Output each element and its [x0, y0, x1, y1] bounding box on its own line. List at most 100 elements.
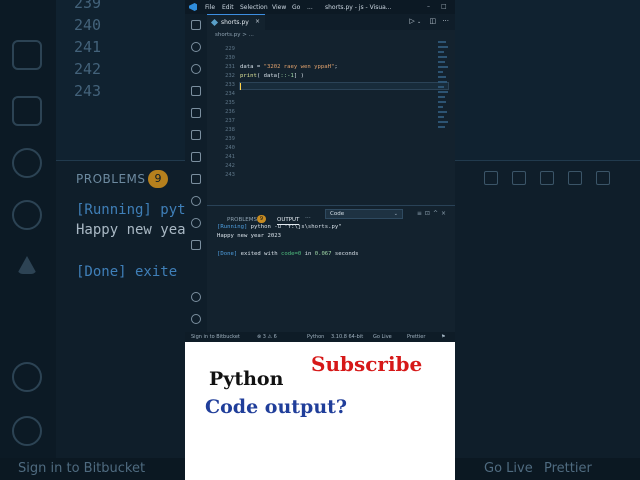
done-tag: [Done] — [217, 251, 238, 257]
tab-problems[interactable]: PROBLEMS — [227, 217, 257, 223]
thunder-client-icon[interactable] — [191, 218, 201, 228]
bg-bitbucket: Sign in to Bitbucket — [18, 461, 146, 476]
bg-line-number: 242 — [74, 60, 102, 78]
code-token-string: "3202 raey wen yppaH" — [263, 64, 335, 70]
status-problems[interactable]: ⊗ 3 ⚠ 6 — [257, 334, 277, 340]
manage-gear-icon[interactable] — [191, 314, 201, 324]
azure-icon — [17, 256, 37, 274]
maximize-panel-icon[interactable]: ^ — [433, 210, 441, 217]
terminal-icon — [12, 96, 42, 126]
code-token: ] ) — [293, 73, 305, 79]
lightning-icon — [12, 200, 42, 230]
background-activity-bar — [0, 0, 56, 480]
activity-bar — [185, 14, 207, 332]
menu-view[interactable]: View — [272, 4, 286, 11]
testing-icon[interactable] — [191, 130, 201, 140]
status-bitbucket[interactable]: Sign in to Bitbucket — [191, 334, 240, 340]
code-line-231: data = "3202 raey wen yppaH"; — [240, 64, 338, 70]
live-share-icon[interactable] — [191, 196, 201, 206]
chevron-down-icon[interactable]: ⌄ — [417, 19, 421, 25]
exit-code: code=0 — [281, 251, 302, 257]
line-number: 240 — [225, 145, 235, 151]
code-token: = — [253, 64, 264, 70]
output-panel: PROBLEMS 9 OUTPUT ··· Code ⌄ ≡⊡^× [Runni… — [207, 205, 455, 332]
code-token-slice: ::-1 — [280, 73, 294, 79]
done-text: seconds — [331, 251, 359, 257]
line-number: 230 — [225, 55, 235, 61]
done-text: in — [301, 251, 315, 257]
line-number: 239 — [225, 136, 235, 142]
menu-edit[interactable]: Edit — [222, 4, 234, 11]
close-icon[interactable]: × — [255, 18, 260, 25]
more-icon[interactable]: ··· — [442, 17, 449, 25]
extensions-icon[interactable] — [191, 108, 201, 118]
source-control-icon[interactable] — [191, 64, 201, 74]
question-text: Code output? — [205, 396, 348, 418]
menu-go[interactable]: Go — [292, 4, 300, 11]
screen: 239 240 241 242 243 PROBLEMS 9 [Running]… — [0, 0, 640, 480]
running-command: python -u "f:\js\shorts.py" — [247, 224, 342, 230]
line-number: 242 — [225, 163, 235, 169]
notifications-bell-icon[interactable]: ⚑ — [441, 334, 445, 340]
tab-label: shorts.py — [221, 19, 249, 26]
current-line-highlight — [239, 82, 449, 90]
output-running-line: [Running] python -u "f:\js\shorts.py" — [217, 224, 342, 230]
line-number: 229 — [225, 46, 235, 52]
menu-file[interactable]: File — [205, 4, 215, 11]
output-channel-select[interactable]: Code ⌄ — [325, 209, 403, 219]
editor-actions: ▷ ⌄ ◫ ··· — [409, 17, 449, 25]
code-token: data — [240, 64, 254, 70]
panel-more-button[interactable]: ··· — [305, 215, 311, 222]
minimize-icon[interactable]: – — [427, 3, 430, 10]
maximize-icon[interactable]: □ — [441, 3, 447, 10]
status-interpreter[interactable]: 3.10.8 64-bit — [331, 334, 363, 340]
code-token: ; — [334, 64, 338, 70]
bg-problems-tab: PROBLEMS — [76, 172, 146, 186]
tab-shorts-py[interactable]: shorts.py × — [207, 14, 265, 30]
line-number: 235 — [225, 100, 235, 106]
status-golive[interactable]: Go Live — [373, 334, 392, 340]
files-icon — [12, 40, 42, 70]
git-icon — [12, 148, 42, 178]
explorer-icon[interactable] — [191, 20, 201, 30]
run-icon[interactable]: ▷ — [409, 17, 414, 25]
line-number: 238 — [225, 127, 235, 133]
bg-line-number: 243 — [74, 82, 102, 100]
vscode-window: File Edit Selection View Go ... shorts.p… — [185, 0, 455, 342]
menu-selection[interactable]: Selection — [240, 4, 268, 11]
clear-output-icon[interactable]: ≡ — [417, 210, 425, 217]
line-number: 232 — [225, 73, 235, 79]
account-icon[interactable] — [191, 292, 201, 302]
python-file-icon — [210, 18, 219, 27]
terminal-icon[interactable] — [191, 174, 201, 184]
status-language[interactable]: Python — [307, 334, 324, 340]
program-output: Happy new year 2023 — [217, 233, 281, 239]
azure-icon[interactable] — [191, 240, 201, 250]
bg-problems-badge: 9 — [148, 170, 168, 188]
minimap[interactable] — [438, 38, 450, 198]
elapsed-time: 0.067 — [314, 251, 332, 257]
search-icon[interactable] — [191, 42, 201, 52]
line-number: 231 — [225, 64, 235, 70]
bg-prettier: Prettier — [544, 461, 592, 476]
account-icon — [12, 362, 42, 392]
output-done-line: [Done] exited with code=0 in 0.067 secon… — [217, 251, 359, 257]
status-prettier[interactable]: Prettier — [407, 334, 425, 340]
menu-more[interactable]: ... — [307, 4, 313, 11]
remote-icon[interactable] — [191, 152, 201, 162]
split-editor-icon[interactable]: ◫ — [429, 17, 436, 25]
done-text: exited with — [237, 251, 281, 257]
problems-count-badge: 9 — [257, 215, 266, 223]
code-editor[interactable]: 229 230 231 232 233 234 235 236 237 238 … — [207, 38, 455, 204]
bg-line-number: 240 — [74, 16, 102, 34]
lock-icon[interactable]: ⊡ — [425, 210, 433, 217]
code-token: ( data[ — [256, 73, 281, 79]
bg-done-text: [Done] exite — [76, 264, 178, 280]
bg-line-number: 241 — [74, 38, 102, 56]
close-panel-icon[interactable]: × — [441, 210, 449, 217]
run-debug-icon[interactable] — [191, 86, 201, 96]
line-number: 241 — [225, 154, 235, 160]
vscode-logo-icon — [189, 3, 197, 11]
output-channel-value: Code — [330, 211, 345, 217]
code-token-function: print — [240, 73, 257, 79]
